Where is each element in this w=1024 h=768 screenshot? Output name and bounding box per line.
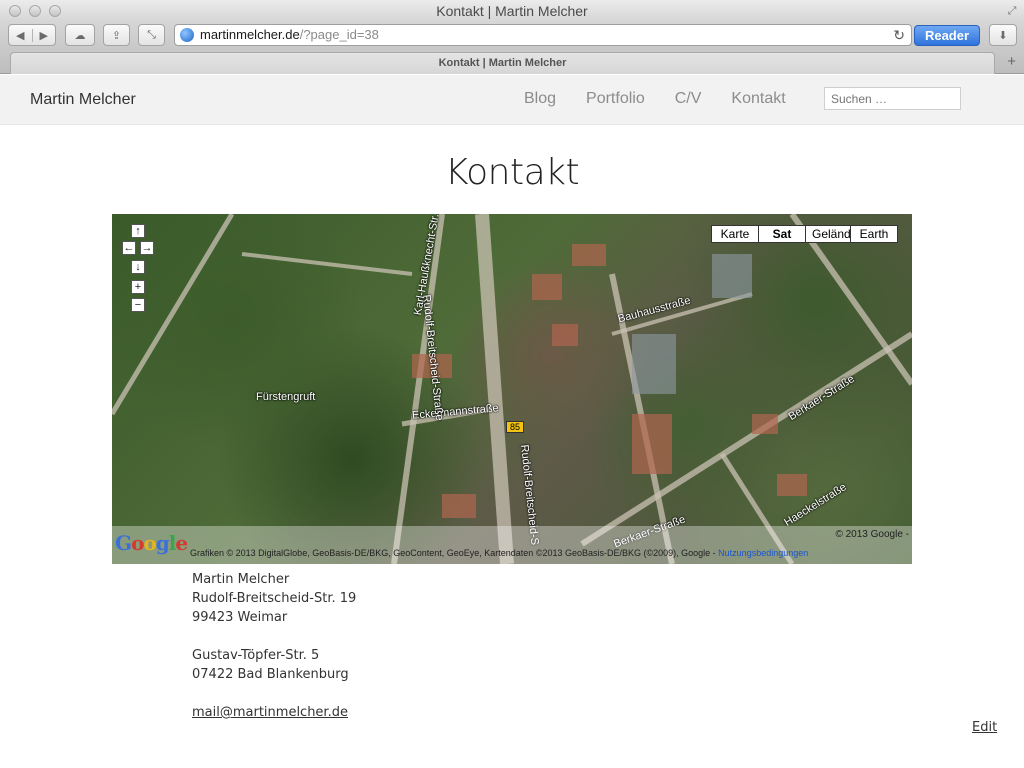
browser-toolbar: ◀ ▶ ☁ ⇪ ⤡ martinmelcher.de/?page_id=38 ↻…	[0, 22, 1024, 50]
terms-link[interactable]: Nutzungsbedingungen	[718, 548, 808, 558]
contact-street-2: Gustav-Töpfer-Str. 5	[192, 648, 320, 663]
window-titlebar: Kontakt | Martin Melcher ⤢	[0, 0, 1024, 22]
url-host: martinmelcher.de	[200, 27, 300, 42]
reload-icon[interactable]: ↻	[893, 25, 905, 45]
minimize-window-button[interactable]	[29, 5, 41, 17]
nav-item-blog[interactable]: Blog	[524, 90, 556, 108]
window-controls	[9, 5, 61, 17]
site-title[interactable]: Martin Melcher	[30, 91, 136, 109]
window-title: Kontakt | Martin Melcher	[436, 3, 588, 19]
pan-right-button[interactable]: →	[140, 241, 154, 255]
route-shield: 85	[506, 421, 525, 433]
icloud-tabs-button[interactable]: ☁	[65, 24, 95, 46]
google-map[interactable]: ↑ ← → ↓ + − Karte Sat Gelände Earth Fürs…	[112, 214, 912, 564]
share-button[interactable]: ⇪	[103, 24, 130, 46]
tab-bar: Kontakt | Martin Melcher +	[0, 50, 1024, 74]
cloud-icon: ☁	[74, 29, 86, 42]
back-forward-buttons: ◀ ▶	[8, 24, 56, 46]
new-tab-button[interactable]: +	[1007, 53, 1016, 70]
url-text: martinmelcher.de/?page_id=38	[200, 25, 379, 45]
search-input[interactable]	[824, 87, 961, 110]
map-label-fuerstengruft: Fürstengruft	[256, 391, 316, 403]
contact-city-2: 07422 Bad Blankenburg	[192, 667, 349, 682]
pan-up-button[interactable]: ↑	[131, 224, 145, 238]
zoom-out-button[interactable]: −	[131, 298, 145, 312]
address-bar[interactable]: martinmelcher.de/?page_id=38 ↻	[174, 24, 912, 46]
map-type-gelaende[interactable]: Gelände	[805, 225, 857, 243]
pan-down-button[interactable]: ↓	[131, 260, 145, 274]
share-icon: ⇪	[111, 29, 122, 42]
site-header: Martin Melcher Blog Portfolio C/V Kontak…	[0, 75, 1024, 125]
map-footer: Google © 2013 Google - Grafiken © 2013 D…	[112, 526, 912, 564]
contact-city-1: 99423 Weimar	[192, 610, 288, 625]
map-type-earth[interactable]: Earth	[850, 225, 898, 243]
map-type-switcher: Karte Sat Gelände Earth	[711, 225, 898, 243]
globe-icon	[180, 28, 194, 42]
top-sites-button[interactable]: ⤡	[138, 24, 165, 46]
page-title: Kontakt	[444, 152, 580, 193]
map-copyright: © 2013 Google -	[835, 529, 909, 540]
edit-link[interactable]: Edit	[972, 720, 997, 735]
pan-left-button[interactable]: ←	[122, 241, 136, 255]
reader-button[interactable]: Reader	[914, 25, 980, 46]
back-arrow-icon[interactable]: ◀	[9, 28, 33, 42]
email-link[interactable]: mail@martinmelcher.de	[192, 705, 348, 720]
expand-icon: ⤡	[147, 28, 156, 41]
nav-item-portfolio[interactable]: Portfolio	[586, 90, 645, 108]
nav-item-cv[interactable]: C/V	[675, 90, 702, 108]
map-type-karte[interactable]: Karte	[711, 225, 759, 243]
contact-address: Martin Melcher Rudolf-Breitscheid-Str. 1…	[192, 570, 356, 722]
downloads-button[interactable]: ⬇	[989, 24, 1017, 46]
zoom-in-button[interactable]: +	[131, 280, 145, 294]
map-type-sat[interactable]: Sat	[758, 225, 806, 243]
contact-name: Martin Melcher	[192, 572, 290, 587]
zoom-window-button[interactable]	[49, 5, 61, 17]
forward-arrow-icon[interactable]: ▶	[33, 29, 56, 42]
close-window-button[interactable]	[9, 5, 21, 17]
map-attribution: Grafiken © 2013 DigitalGlobe, GeoBasis-D…	[190, 548, 809, 558]
main-nav: Blog Portfolio C/V Kontakt	[524, 90, 816, 108]
fullscreen-icon[interactable]: ⤢	[1005, 4, 1019, 18]
tab-kontakt[interactable]: Kontakt | Martin Melcher	[10, 52, 995, 74]
download-icon: ⬇	[998, 29, 1008, 42]
google-logo: Google	[115, 531, 188, 555]
contact-street-1: Rudolf-Breitscheid-Str. 19	[192, 591, 357, 606]
url-path: /?page_id=38	[299, 27, 379, 42]
nav-item-kontakt[interactable]: Kontakt	[731, 90, 785, 108]
